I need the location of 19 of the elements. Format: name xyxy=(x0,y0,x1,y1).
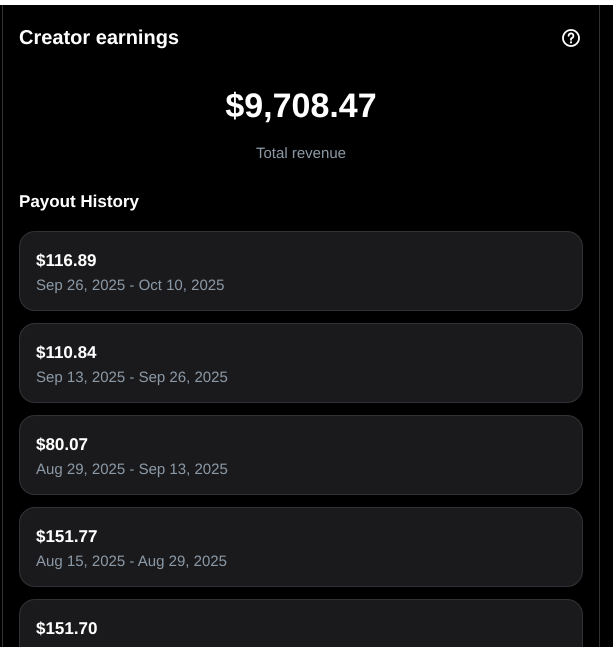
payout-period: Sep 26, 2025 - Oct 10, 2025 xyxy=(36,277,224,294)
payout-amount: $151.77 xyxy=(36,527,98,547)
payout-period: Sep 13, 2025 - Sep 26, 2025 xyxy=(36,369,228,386)
total-label: Total revenue xyxy=(256,145,346,162)
payout-card[interactable]: $116.89 Sep 26, 2025 - Oct 10, 2025 xyxy=(19,231,583,311)
help-icon[interactable] xyxy=(561,28,581,48)
payout-card[interactable]: $151.70 xyxy=(19,599,583,647)
payout-card[interactable]: $80.07 Aug 29, 2025 - Sep 13, 2025 xyxy=(19,415,583,495)
section-title: Payout History xyxy=(19,192,140,212)
payout-card[interactable]: $151.77 Aug 15, 2025 - Aug 29, 2025 xyxy=(19,507,583,587)
page-title: Creator earnings xyxy=(19,26,180,50)
payout-period: Aug 15, 2025 - Aug 29, 2025 xyxy=(36,553,227,570)
payout-period: Aug 29, 2025 - Sep 13, 2025 xyxy=(36,461,228,478)
payout-amount: $116.89 xyxy=(36,251,97,271)
payout-card[interactable]: $110.84 Sep 13, 2025 - Sep 26, 2025 xyxy=(19,323,583,403)
payout-amount: $80.07 xyxy=(36,435,88,455)
payout-amount: $151.70 xyxy=(36,619,98,639)
payout-amount: $110.84 xyxy=(36,343,97,363)
total-amount: $9,708.47 xyxy=(225,87,377,126)
